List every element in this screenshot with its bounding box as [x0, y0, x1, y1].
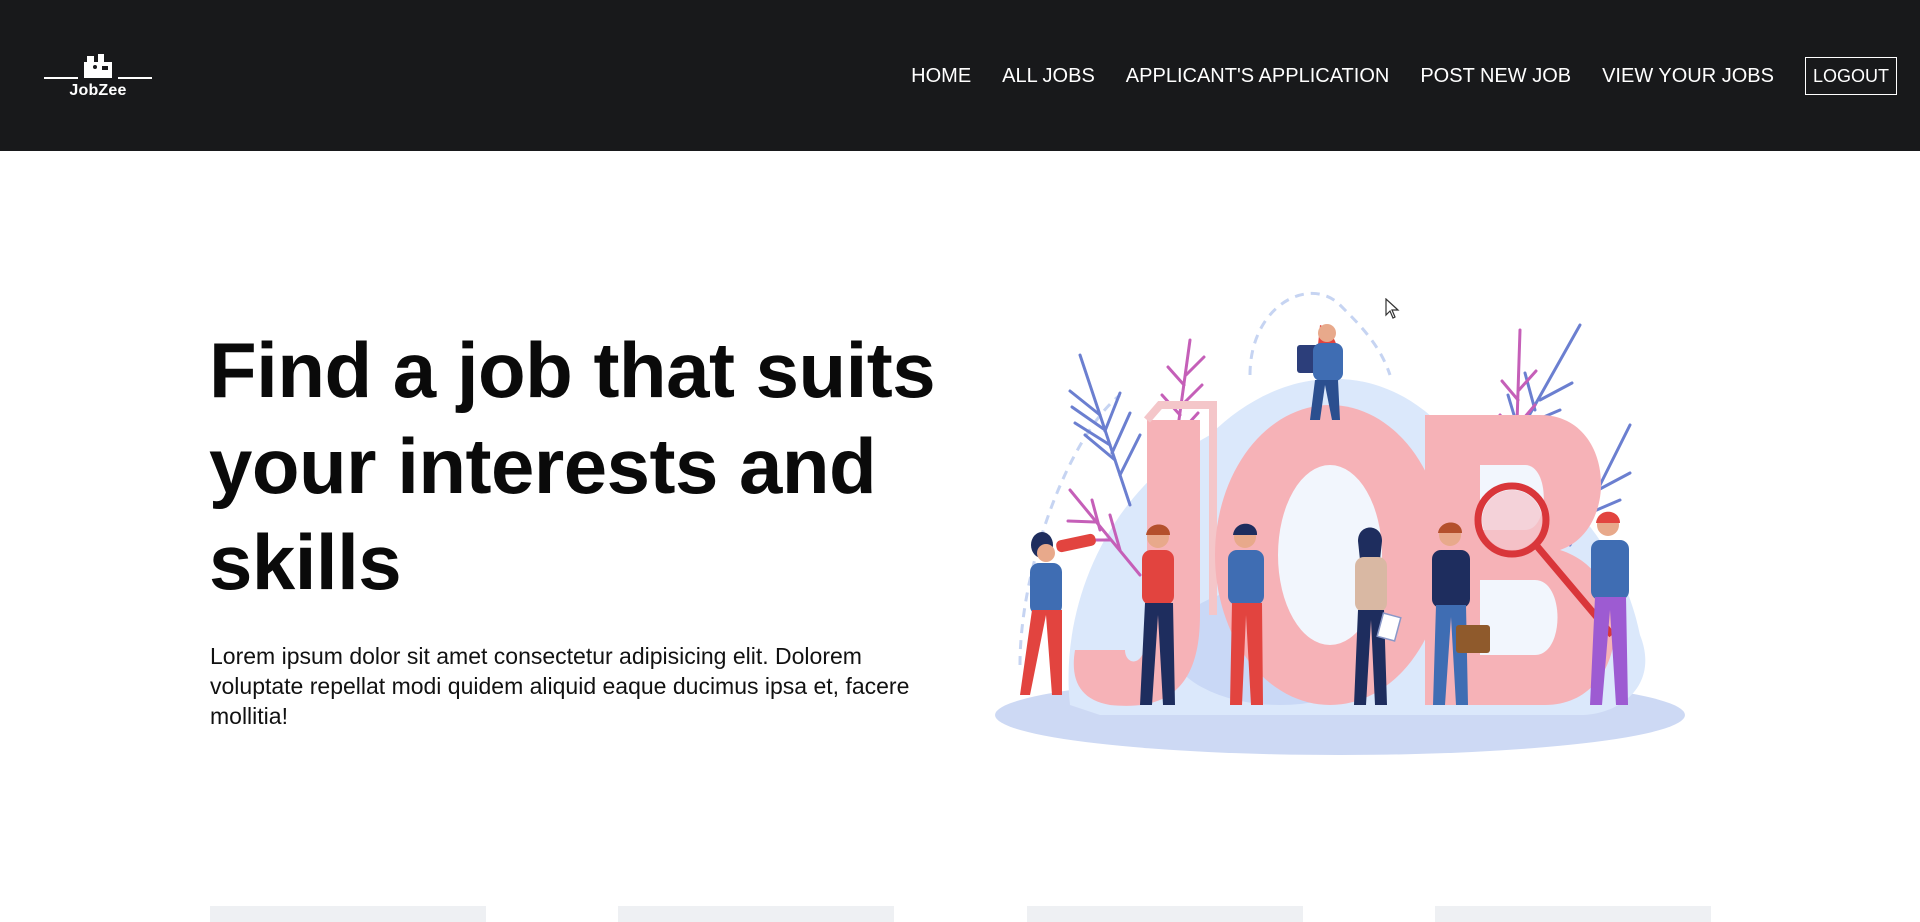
job-category-card[interactable] [1435, 906, 1711, 922]
job-category-card[interactable] [210, 906, 486, 922]
nav-view-your-jobs[interactable]: View Your Jobs [1602, 56, 1774, 96]
nav-all-jobs[interactable]: All Jobs [1002, 56, 1095, 96]
hero-description: Lorem ipsum dolor sit amet consectetur a… [210, 643, 910, 729]
jobzee-logo[interactable]: JobZee [42, 52, 154, 104]
nav-links: Home All Jobs Applicant's Application Po… [880, 56, 1897, 96]
navbar: JobZee Home All Jobs Applicant's Applica… [0, 0, 1920, 151]
job-category-card[interactable] [1027, 906, 1303, 922]
nav-applicants-application[interactable]: Applicant's Application [1126, 56, 1390, 96]
hero-title: Find a job that suits your interests and… [209, 326, 936, 606]
logo-graphic-icon [44, 54, 152, 79]
nav-post-new-job[interactable]: Post New Job [1420, 56, 1571, 96]
job-search-illustration [980, 285, 1700, 775]
brand-name: JobZee [69, 82, 127, 99]
mouse-cursor-icon [1385, 298, 1400, 319]
logout-button[interactable]: LOGOUT [1804, 57, 1897, 95]
nav-home[interactable]: Home [911, 56, 971, 96]
job-category-card[interactable] [618, 906, 894, 922]
